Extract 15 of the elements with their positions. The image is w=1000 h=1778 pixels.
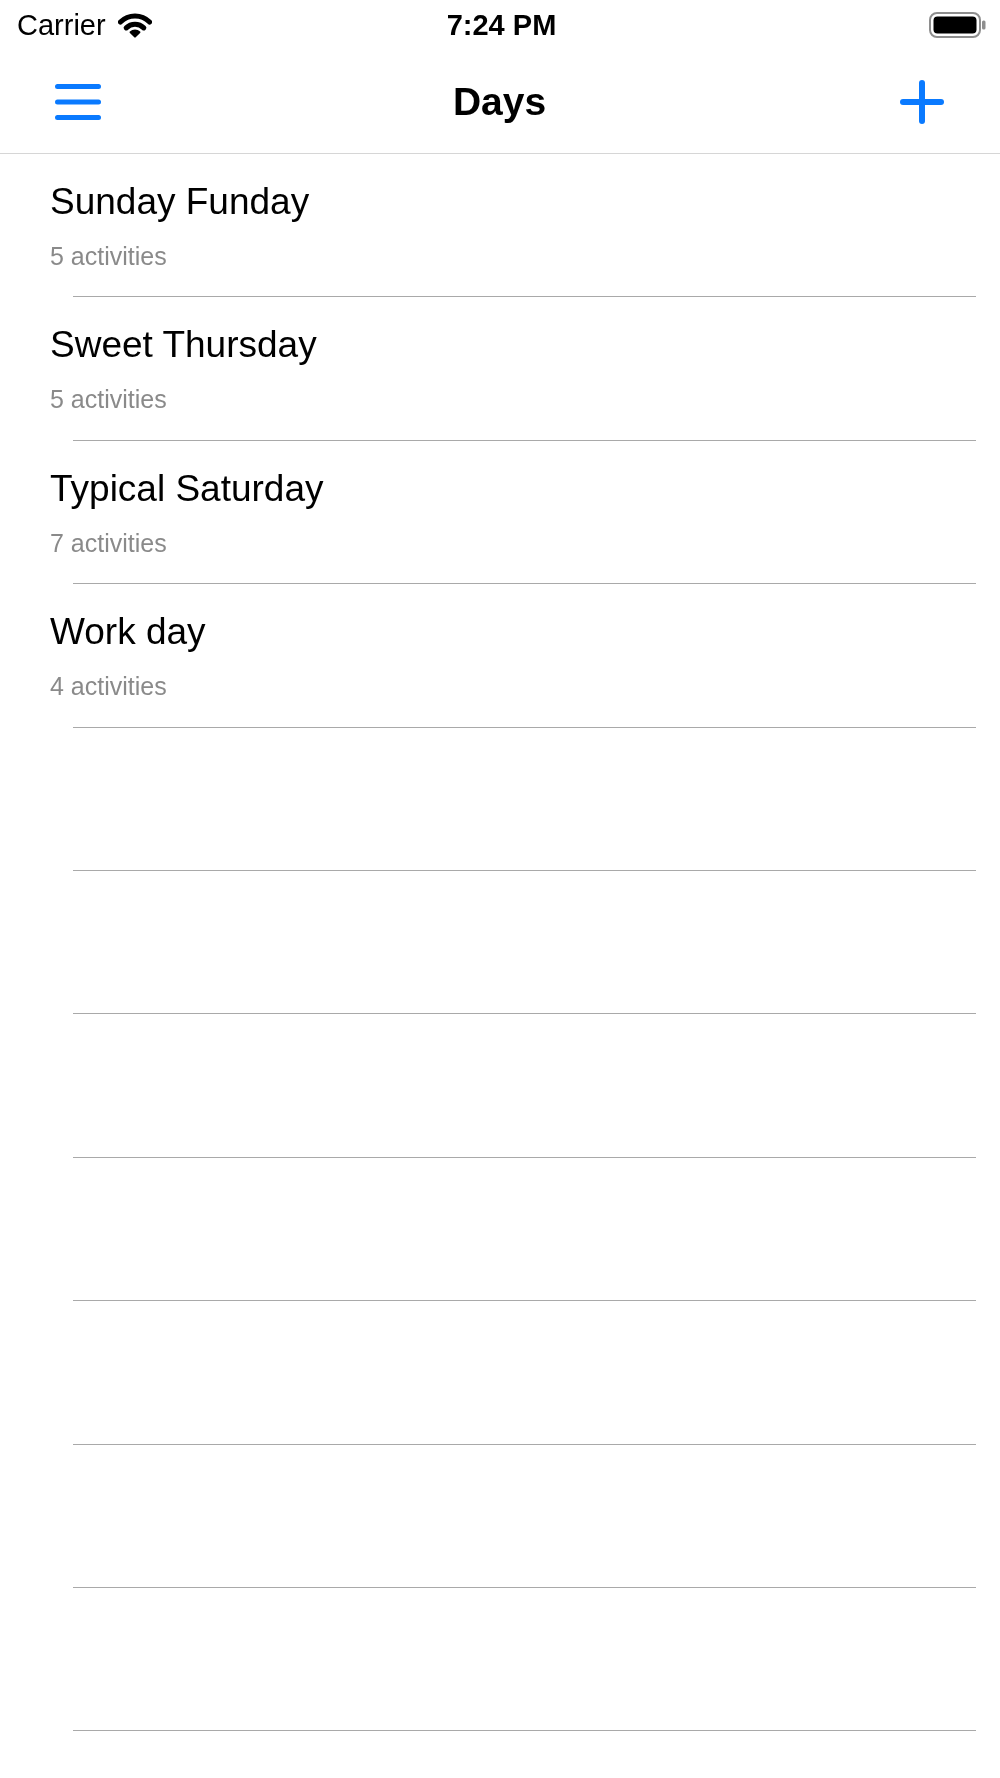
carrier-label: Carrier [17, 8, 106, 42]
day-title[interactable]: Typical Saturday [50, 466, 324, 511]
day-title[interactable]: Sunday Funday [50, 180, 310, 224]
menu-icon [55, 83, 101, 120]
activity-count: 4 activities [50, 671, 167, 702]
activity-count: 7 activities [50, 527, 167, 558]
battery-icon [929, 12, 986, 38]
activity-count: 5 activities [50, 241, 167, 271]
nav-title: Days [452, 78, 547, 125]
plus-icon [900, 79, 944, 124]
day-title[interactable]: Sweet Thursday [50, 323, 317, 368]
wifi-icon [117, 12, 152, 38]
day-title[interactable]: Work day [50, 610, 206, 655]
activity-count: 5 activities [50, 384, 167, 415]
status-time: 7:24 PM [446, 8, 557, 42]
